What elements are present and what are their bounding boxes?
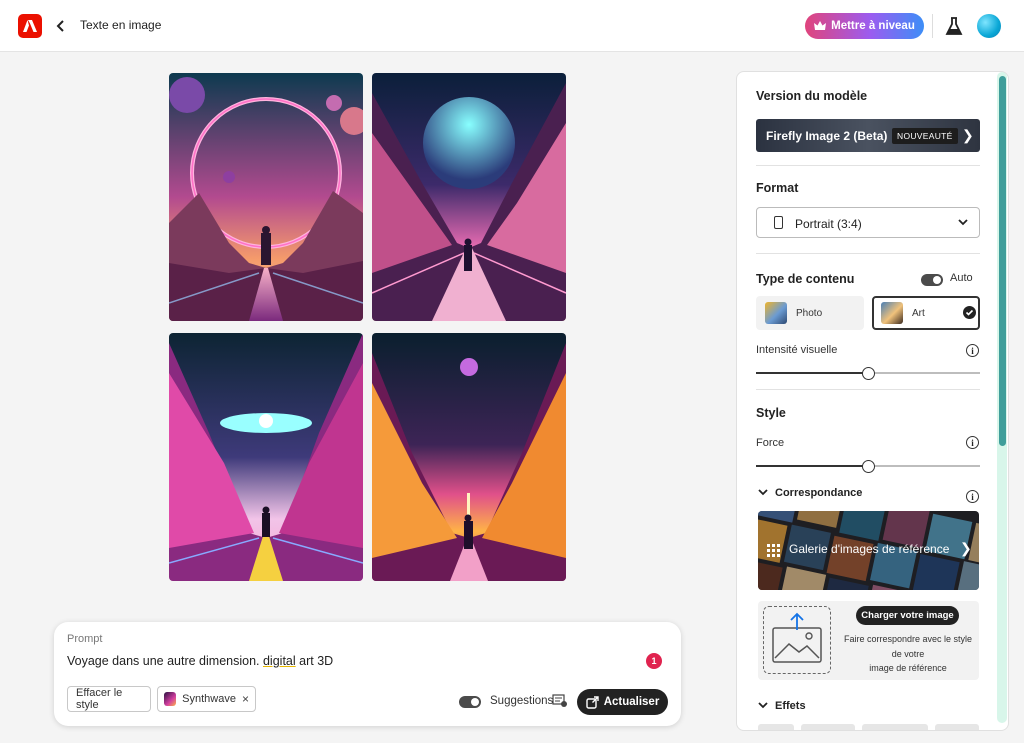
prompt-text-underlined: digital <box>262 654 296 668</box>
model-version-button[interactable]: Firefly Image 2 (Beta) NOUVEAUTÉ ❯ <box>756 119 980 152</box>
visual-intensity-slider[interactable] <box>756 367 980 380</box>
divider <box>756 165 980 166</box>
upload-description: Faire correspondre avec le style de votr… <box>840 632 976 676</box>
style-title: Style <box>756 406 786 420</box>
divider <box>756 389 980 390</box>
image-drop-zone[interactable] <box>763 606 831 674</box>
auto-label: Auto <box>950 272 973 284</box>
effect-thumbnail[interactable] <box>758 724 794 730</box>
top-bar: Texte en image Mettre à niveau <box>0 0 1024 52</box>
image-upload-icon <box>772 612 822 663</box>
chevron-down-icon <box>758 489 768 496</box>
format-select[interactable]: Portrait (3:4) <box>756 207 980 238</box>
back-chevron-icon[interactable] <box>52 16 70 36</box>
crown-icon <box>814 21 827 30</box>
format-title: Format <box>756 181 799 195</box>
upload-description-line-1: Faire correspondre avec le style <box>843 634 973 644</box>
content-type-photo-label: Photo <box>796 308 823 319</box>
update-label: Actualiser <box>603 696 660 708</box>
portrait-icon <box>774 216 783 229</box>
info-icon[interactable]: i <box>966 344 979 357</box>
slider-fill <box>756 372 868 374</box>
grid-icon <box>767 544 780 557</box>
reference-gallery-label: Galerie d'images de référence <box>789 542 950 556</box>
divider <box>756 253 980 254</box>
visual-intensity-label: Intensité visuelle <box>756 344 838 356</box>
effect-thumbnail[interactable] <box>862 724 928 730</box>
effects-title: Effets <box>775 700 806 712</box>
upgrade-label: Mettre à niveau <box>831 20 915 32</box>
generated-image-1[interactable] <box>169 73 363 321</box>
flask-icon[interactable] <box>945 15 963 42</box>
upload-image-button[interactable]: Charger votre image <box>856 606 959 625</box>
match-title: Correspondance <box>775 487 863 499</box>
model-version-title: Version du modèle <box>756 89 868 103</box>
chevron-right-icon: ❯ <box>960 540 972 556</box>
upload-reference-area: Charger votre image Faire correspondre a… <box>758 601 979 680</box>
slider-handle[interactable] <box>861 460 875 473</box>
slider-handle[interactable] <box>861 367 875 380</box>
chevron-right-icon: ❯ <box>962 127 974 143</box>
content-type-art-label: Art <box>912 308 925 319</box>
adobe-logo-icon[interactable] <box>18 14 42 38</box>
auto-toggle[interactable] <box>921 274 943 286</box>
upload-description-line-2: de votre <box>891 648 925 659</box>
chevron-down-icon <box>758 702 768 709</box>
chevron-down-icon <box>958 219 968 226</box>
refresh-icon <box>585 695 599 709</box>
prompt-input[interactable]: Voyage dans une autre dimension. digital… <box>67 654 333 668</box>
suggestions-toggle[interactable] <box>459 696 481 708</box>
content-type-photo[interactable]: Photo <box>756 296 864 330</box>
content-type-title: Type de contenu <box>756 272 855 286</box>
notification-badge[interactable]: 1 <box>646 653 662 669</box>
effect-thumbnail[interactable] <box>935 724 979 730</box>
page-title: Texte en image <box>80 18 162 32</box>
prompt-label: Prompt <box>67 633 103 645</box>
style-thumbnail <box>164 692 177 706</box>
reference-gallery-button[interactable]: Galerie d'images de référence ❯ <box>758 511 979 590</box>
clear-style-button[interactable]: Effacer le style <box>67 686 151 712</box>
new-badge: NOUVEAUTÉ <box>892 128 958 144</box>
content-type-art[interactable]: Art <box>872 296 980 330</box>
suggestions-settings-icon[interactable] <box>552 694 568 713</box>
photo-thumbnail <box>765 302 787 324</box>
info-icon[interactable]: i <box>966 490 979 503</box>
slider-fill <box>756 465 868 467</box>
divider <box>932 14 933 38</box>
style-chip-label: Synthwave <box>182 693 236 705</box>
upgrade-button[interactable]: Mettre à niveau <box>805 13 924 39</box>
strength-slider[interactable] <box>756 460 980 473</box>
remove-style-icon[interactable]: × <box>242 692 249 706</box>
effect-thumbnail[interactable] <box>801 724 855 730</box>
style-chip[interactable]: Synthwave × <box>157 686 256 712</box>
generated-image-3[interactable] <box>169 333 363 581</box>
art-thumbnail <box>881 302 903 324</box>
suggestions-label: Suggestions <box>490 695 554 707</box>
prompt-text-part-2: art 3D <box>295 654 334 668</box>
generated-image-2[interactable] <box>372 73 566 321</box>
match-accordion[interactable]: Correspondance <box>758 487 862 499</box>
avatar[interactable] <box>977 14 1001 38</box>
info-icon[interactable]: i <box>966 436 979 449</box>
effects-thumbnails-row <box>758 724 979 730</box>
prompt-panel: Prompt Voyage dans une autre dimension. … <box>54 622 681 726</box>
settings-panel: Version du modèle Firefly Image 2 (Beta)… <box>736 71 1009 731</box>
format-value: Portrait (3:4) <box>795 217 862 231</box>
panel-scrollbar-thumb[interactable] <box>999 76 1006 446</box>
model-name: Firefly Image 2 (Beta) <box>766 129 888 143</box>
upload-description-line-3: image de référence <box>869 663 947 673</box>
strength-label: Force <box>756 437 785 449</box>
checkmark-icon <box>963 306 976 319</box>
generated-image-4[interactable] <box>372 333 566 581</box>
effects-accordion[interactable]: Effets <box>758 700 806 712</box>
prompt-text-part-1: Voyage dans une autre dimension. <box>67 654 263 668</box>
update-button[interactable]: Actualiser <box>577 689 668 715</box>
